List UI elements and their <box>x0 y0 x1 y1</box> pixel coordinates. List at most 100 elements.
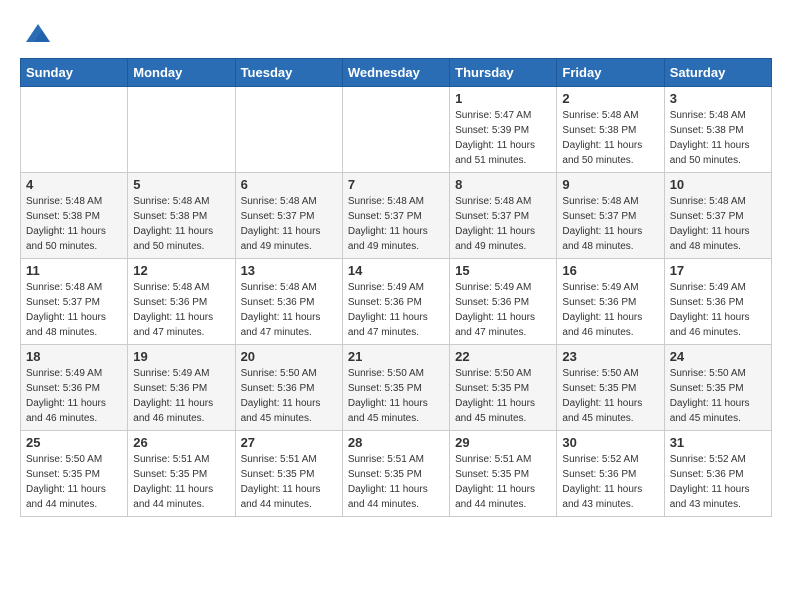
calendar-cell: 26 Sunrise: 5:51 AM Sunset: 5:35 PM Dayli… <box>128 431 235 517</box>
calendar-cell: 19 Sunrise: 5:49 AM Sunset: 5:36 PM Dayli… <box>128 345 235 431</box>
calendar-cell: 16 Sunrise: 5:49 AM Sunset: 5:36 PM Dayli… <box>557 259 664 345</box>
calendar-body: 1 Sunrise: 5:47 AM Sunset: 5:39 PM Daylig… <box>21 87 772 517</box>
day-info: Sunrise: 5:48 AM Sunset: 5:38 PM Dayligh… <box>133 194 229 254</box>
day-number: 2 <box>562 91 658 106</box>
day-number: 4 <box>26 177 122 192</box>
day-info: Sunrise: 5:50 AM Sunset: 5:36 PM Dayligh… <box>241 366 337 426</box>
weekday-header: Monday <box>128 59 235 87</box>
day-info: Sunrise: 5:47 AM Sunset: 5:39 PM Dayligh… <box>455 108 551 168</box>
day-info: Sunrise: 5:51 AM Sunset: 5:35 PM Dayligh… <box>348 452 444 512</box>
day-info: Sunrise: 5:51 AM Sunset: 5:35 PM Dayligh… <box>455 452 551 512</box>
calendar-cell: 14Sunrise: 5:49 AM Sunset: 5:36 PM Dayli… <box>342 259 449 345</box>
day-number: 31 <box>670 435 766 450</box>
day-number: 3 <box>670 91 766 106</box>
day-number: 9 <box>562 177 658 192</box>
day-info: Sunrise: 5:48 AM Sunset: 5:36 PM Dayligh… <box>241 280 337 340</box>
day-info: Sunrise: 5:48 AM Sunset: 5:37 PM Dayligh… <box>26 280 122 340</box>
day-info: Sunrise: 5:50 AM Sunset: 5:35 PM Dayligh… <box>562 366 658 426</box>
day-info: Sunrise: 5:49 AM Sunset: 5:36 PM Dayligh… <box>26 366 122 426</box>
logo <box>20 20 52 48</box>
calendar-cell: 27Sunrise: 5:51 AM Sunset: 5:35 PM Dayli… <box>235 431 342 517</box>
day-number: 28 <box>348 435 444 450</box>
day-number: 25 <box>26 435 122 450</box>
calendar-cell: 11 Sunrise: 5:48 AM Sunset: 5:37 PM Dayli… <box>21 259 128 345</box>
weekday-row: SundayMondayTuesdayWednesdayThursdayFrid… <box>21 59 772 87</box>
day-info: Sunrise: 5:50 AM Sunset: 5:35 PM Dayligh… <box>670 366 766 426</box>
day-number: 1 <box>455 91 551 106</box>
calendar-cell: 22 Sunrise: 5:50 AM Sunset: 5:35 PM Dayli… <box>450 345 557 431</box>
weekday-header: Friday <box>557 59 664 87</box>
calendar-cell: 29 Sunrise: 5:51 AM Sunset: 5:35 PM Dayli… <box>450 431 557 517</box>
day-number: 24 <box>670 349 766 364</box>
day-info: Sunrise: 5:48 AM Sunset: 5:38 PM Dayligh… <box>670 108 766 168</box>
calendar-week-row: 4 Sunrise: 5:48 AM Sunset: 5:38 PM Daylig… <box>21 173 772 259</box>
calendar-cell: 10Sunrise: 5:48 AM Sunset: 5:37 PM Dayli… <box>664 173 771 259</box>
calendar-cell: 24 Sunrise: 5:50 AM Sunset: 5:35 PM Dayli… <box>664 345 771 431</box>
calendar-cell <box>128 87 235 173</box>
calendar-cell: 21 Sunrise: 5:50 AM Sunset: 5:35 PM Dayli… <box>342 345 449 431</box>
calendar-cell: 7Sunrise: 5:48 AM Sunset: 5:37 PM Daylig… <box>342 173 449 259</box>
day-info: Sunrise: 5:48 AM Sunset: 5:37 PM Dayligh… <box>670 194 766 254</box>
weekday-header: Saturday <box>664 59 771 87</box>
day-number: 26 <box>133 435 229 450</box>
calendar-cell <box>235 87 342 173</box>
calendar-cell <box>342 87 449 173</box>
calendar-cell: 18 Sunrise: 5:49 AM Sunset: 5:36 PM Dayli… <box>21 345 128 431</box>
calendar-cell: 2 Sunrise: 5:48 AM Sunset: 5:38 PM Daylig… <box>557 87 664 173</box>
day-number: 29 <box>455 435 551 450</box>
day-number: 18 <box>26 349 122 364</box>
day-number: 23 <box>562 349 658 364</box>
calendar-cell: 28 Sunrise: 5:51 AM Sunset: 5:35 PM Dayli… <box>342 431 449 517</box>
calendar-cell: 5 Sunrise: 5:48 AM Sunset: 5:38 PM Daylig… <box>128 173 235 259</box>
calendar-cell: 20 Sunrise: 5:50 AM Sunset: 5:36 PM Dayli… <box>235 345 342 431</box>
calendar-week-row: 18 Sunrise: 5:49 AM Sunset: 5:36 PM Dayli… <box>21 345 772 431</box>
day-number: 13 <box>241 263 337 278</box>
day-number: 19 <box>133 349 229 364</box>
calendar-week-row: 25 Sunrise: 5:50 AM Sunset: 5:35 PM Dayli… <box>21 431 772 517</box>
day-number: 5 <box>133 177 229 192</box>
calendar-cell: 6 Sunrise: 5:48 AM Sunset: 5:37 PM Daylig… <box>235 173 342 259</box>
day-number: 20 <box>241 349 337 364</box>
day-number: 30 <box>562 435 658 450</box>
day-number: 15 <box>455 263 551 278</box>
day-info: Sunrise: 5:48 AM Sunset: 5:37 PM Dayligh… <box>241 194 337 254</box>
day-info: Sunrise: 5:48 AM Sunset: 5:37 PM Dayligh… <box>562 194 658 254</box>
day-number: 21 <box>348 349 444 364</box>
calendar-cell: 15Sunrise: 5:49 AM Sunset: 5:36 PM Dayli… <box>450 259 557 345</box>
weekday-header: Tuesday <box>235 59 342 87</box>
calendar-cell: 4 Sunrise: 5:48 AM Sunset: 5:38 PM Daylig… <box>21 173 128 259</box>
day-info: Sunrise: 5:48 AM Sunset: 5:38 PM Dayligh… <box>562 108 658 168</box>
day-number: 12 <box>133 263 229 278</box>
weekday-header: Sunday <box>21 59 128 87</box>
day-info: Sunrise: 5:51 AM Sunset: 5:35 PM Dayligh… <box>133 452 229 512</box>
page-header <box>20 20 772 48</box>
day-info: Sunrise: 5:48 AM Sunset: 5:36 PM Dayligh… <box>133 280 229 340</box>
day-info: Sunrise: 5:49 AM Sunset: 5:36 PM Dayligh… <box>670 280 766 340</box>
day-info: Sunrise: 5:52 AM Sunset: 5:36 PM Dayligh… <box>562 452 658 512</box>
day-info: Sunrise: 5:50 AM Sunset: 5:35 PM Dayligh… <box>348 366 444 426</box>
calendar-header: SundayMondayTuesdayWednesdayThursdayFrid… <box>21 59 772 87</box>
day-number: 16 <box>562 263 658 278</box>
day-info: Sunrise: 5:49 AM Sunset: 5:36 PM Dayligh… <box>133 366 229 426</box>
day-info: Sunrise: 5:50 AM Sunset: 5:35 PM Dayligh… <box>455 366 551 426</box>
day-number: 6 <box>241 177 337 192</box>
calendar-cell: 30 Sunrise: 5:52 AM Sunset: 5:36 PM Dayli… <box>557 431 664 517</box>
calendar-cell: 17 Sunrise: 5:49 AM Sunset: 5:36 PM Dayli… <box>664 259 771 345</box>
weekday-header: Thursday <box>450 59 557 87</box>
day-number: 11 <box>26 263 122 278</box>
day-info: Sunrise: 5:50 AM Sunset: 5:35 PM Dayligh… <box>26 452 122 512</box>
day-number: 14 <box>348 263 444 278</box>
day-info: Sunrise: 5:48 AM Sunset: 5:38 PM Dayligh… <box>26 194 122 254</box>
day-number: 17 <box>670 263 766 278</box>
day-number: 7 <box>348 177 444 192</box>
calendar-cell: 31 Sunrise: 5:52 AM Sunset: 5:36 PM Dayli… <box>664 431 771 517</box>
logo-icon <box>24 20 52 48</box>
day-info: Sunrise: 5:52 AM Sunset: 5:36 PM Dayligh… <box>670 452 766 512</box>
calendar-cell <box>21 87 128 173</box>
day-number: 8 <box>455 177 551 192</box>
calendar-cell: 1 Sunrise: 5:47 AM Sunset: 5:39 PM Daylig… <box>450 87 557 173</box>
day-number: 22 <box>455 349 551 364</box>
calendar-week-row: 11 Sunrise: 5:48 AM Sunset: 5:37 PM Dayli… <box>21 259 772 345</box>
day-info: Sunrise: 5:49 AM Sunset: 5:36 PM Dayligh… <box>562 280 658 340</box>
calendar-week-row: 1 Sunrise: 5:47 AM Sunset: 5:39 PM Daylig… <box>21 87 772 173</box>
